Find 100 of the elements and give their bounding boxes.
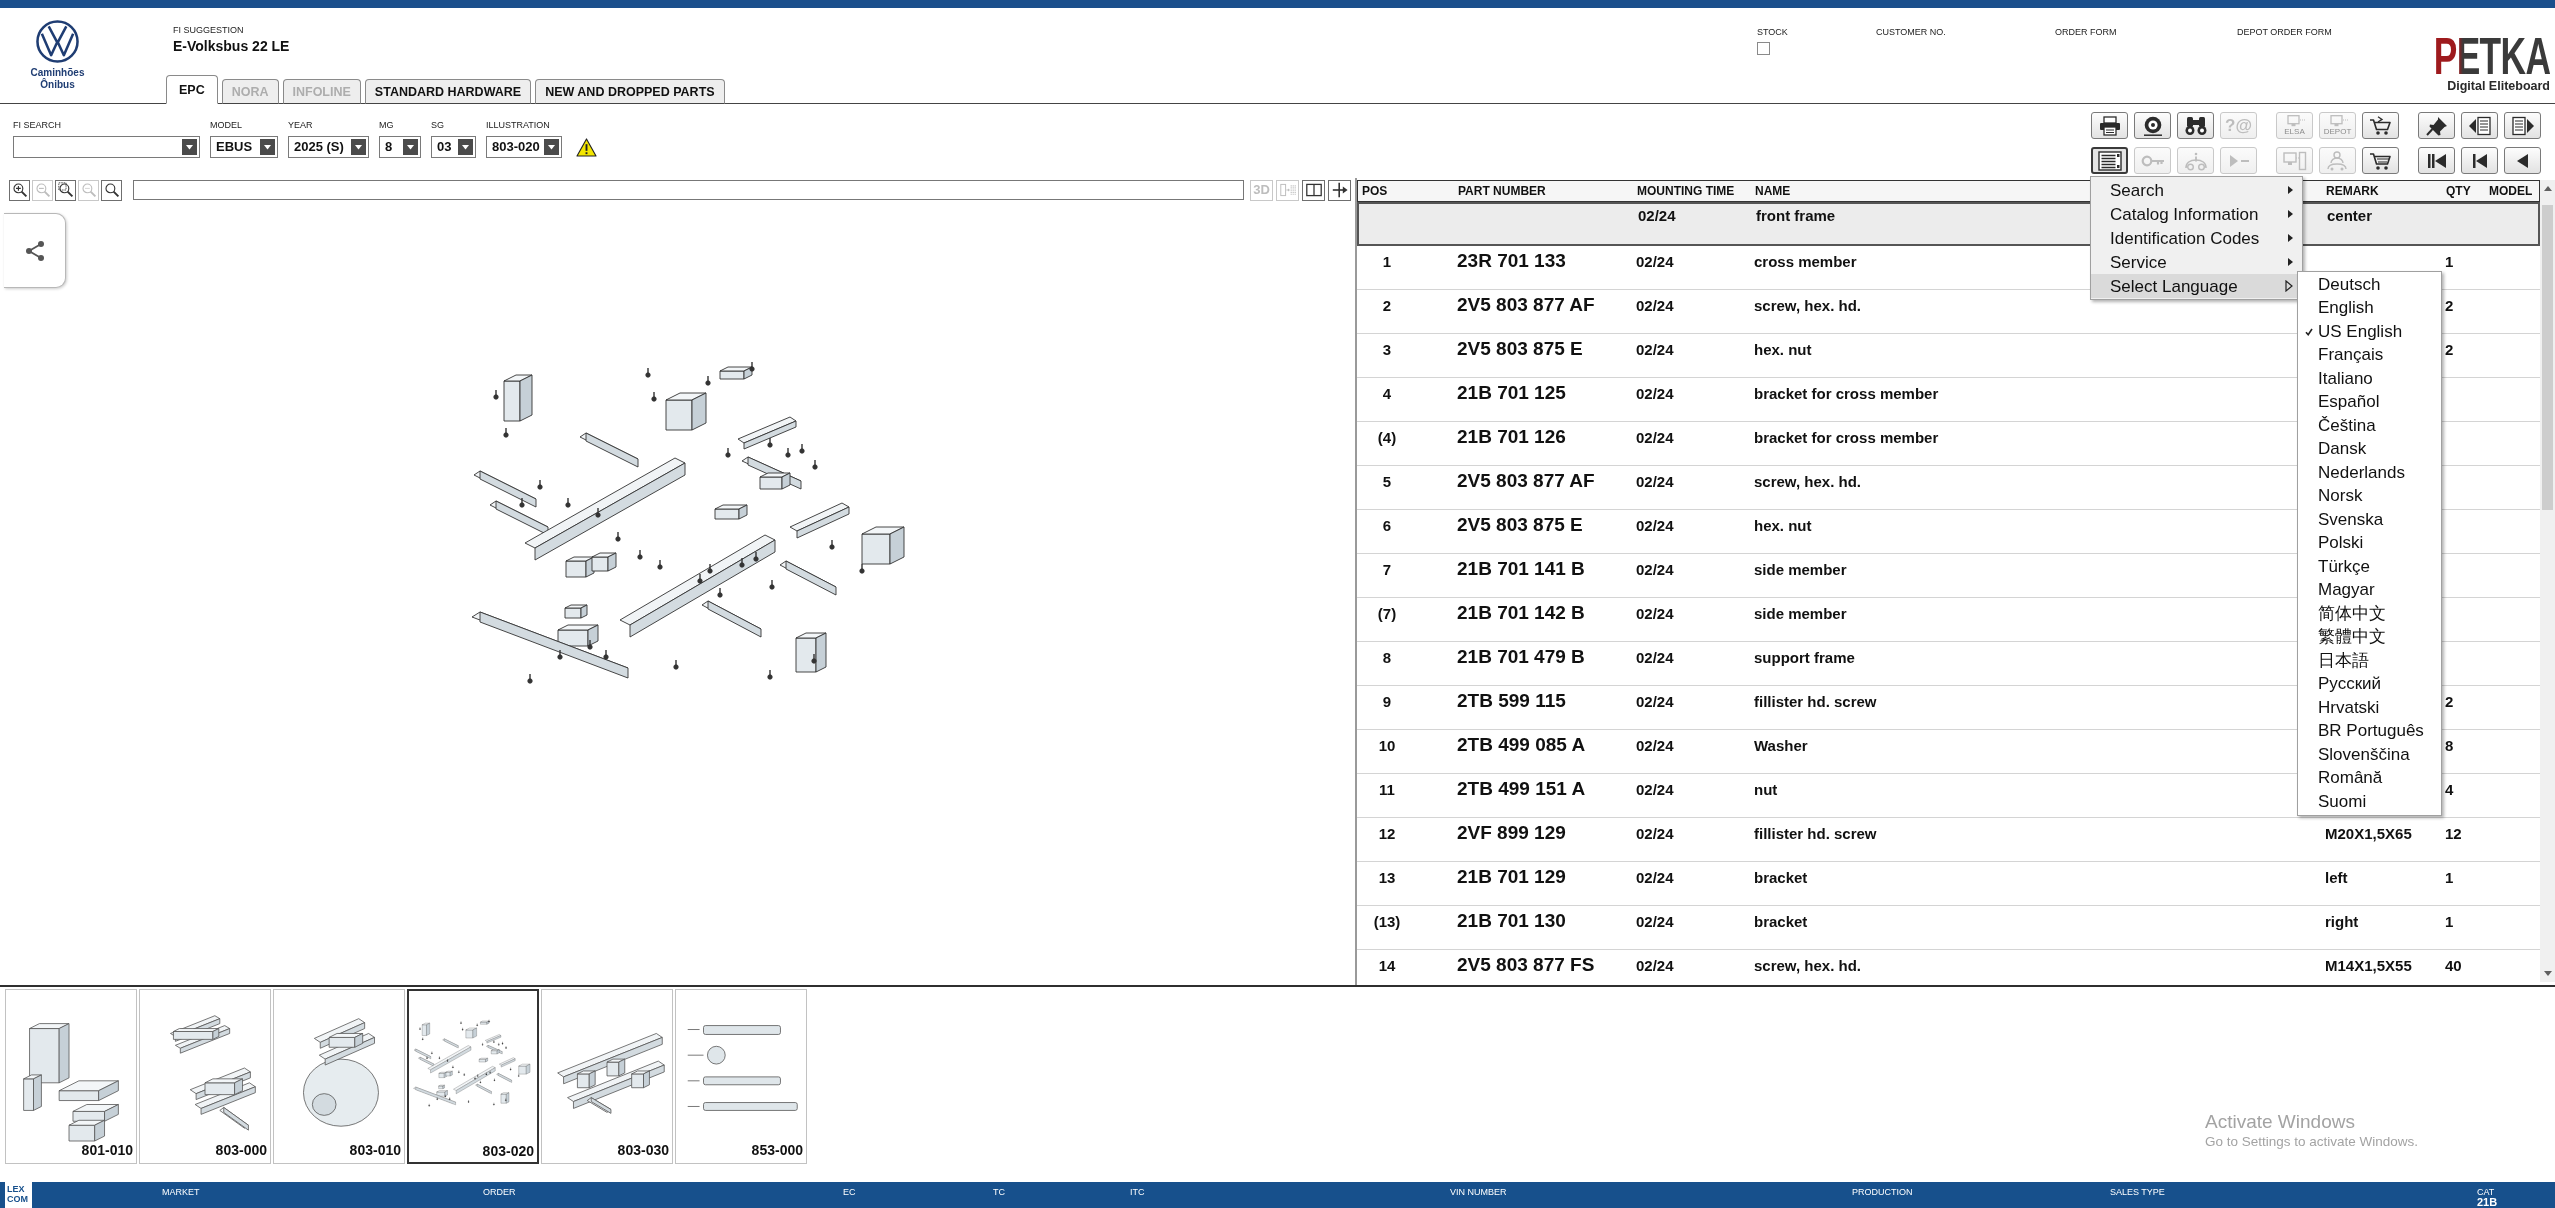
field-label: MODEL	[210, 120, 242, 131]
table-cell: support frame	[1754, 648, 1855, 668]
field-label: ILLUSTRATION	[486, 120, 550, 131]
table-cell: 02/24	[1636, 736, 1674, 756]
table-cell: fillister hd. screw	[1754, 692, 1877, 712]
table-cell: 2TB 499 151 A	[1457, 778, 1586, 800]
table-cell: cross member	[1754, 252, 1857, 272]
table-cell: nut	[1754, 780, 1778, 800]
table-cell: front frame	[1756, 206, 1836, 226]
table-cell: 12	[2445, 824, 2462, 844]
table-cell: Washer	[1754, 736, 1808, 756]
table-cell: 2	[2445, 692, 2454, 712]
status-label: PRODUCTION	[1852, 1187, 1913, 1197]
status-label: ORDER	[483, 1187, 516, 1197]
table-cell: 02/24	[1636, 428, 1674, 448]
table-cell: 2VF 899 129	[1457, 822, 1566, 844]
table-cell: 7	[1382, 560, 1392, 580]
table-cell: fillister hd. screw	[1754, 824, 1877, 844]
table-cell: 02/24	[1636, 824, 1674, 844]
table-cell: 2V5 803 877 FS	[1457, 954, 1595, 976]
table-cell: 2V5 803 877 AF	[1457, 294, 1595, 316]
table-cell: 1	[1382, 252, 1392, 272]
table-cell: (4)	[1377, 428, 1397, 448]
field-label: FI SUGGESTION	[173, 25, 244, 36]
table-cell: M14X1,5X55	[2325, 956, 2412, 976]
table-cell: 6	[1382, 516, 1392, 536]
table-cell: 12	[1378, 824, 1396, 844]
table-cell: 13	[1378, 868, 1396, 888]
table-cell: 02/24	[1636, 648, 1674, 668]
table-cell: 02/24	[1636, 780, 1674, 800]
table-cell: 2	[1382, 296, 1392, 316]
logo-tagline: Digital Eliteboard	[2447, 79, 2550, 93]
table-cell: 5	[1382, 472, 1392, 492]
table-cell: 40	[2445, 956, 2462, 976]
table-cell: 9	[1382, 692, 1392, 712]
table-cell: 21B 701 125	[1457, 382, 1566, 404]
table-cell: bracket for cross member	[1754, 428, 1939, 448]
table-cell: 21B 701 479 B	[1457, 646, 1585, 668]
field-label: ORDER FORM	[2055, 27, 2117, 38]
table-cell: bracket for cross member	[1754, 384, 1939, 404]
table-cell: 2V5 803 875 E	[1457, 338, 1583, 360]
notice-title: Activate Windows	[2205, 1110, 2355, 1133]
table-cell: 1	[2445, 252, 2454, 272]
table-cell: 1	[2445, 912, 2454, 932]
table-cell: (7)	[1377, 604, 1397, 624]
table-cell: side member	[1754, 604, 1847, 624]
table-cell: 02/24	[1636, 912, 1674, 932]
table-cell: 02/24	[1636, 604, 1674, 624]
field-label: CUSTOMER NO.	[1876, 27, 1946, 38]
table-cell: right	[2325, 912, 2359, 932]
table-cell: left	[2325, 868, 2348, 888]
field-label: STOCK	[1757, 27, 1788, 38]
table-cell: 4	[1382, 384, 1392, 404]
logo-caption: Caminhões Ônibus	[29, 67, 86, 91]
table-cell: screw, hex. hd.	[1754, 296, 1861, 316]
field-label: DEPOT ORDER FORM	[2237, 27, 2332, 38]
table-cell: 8	[1382, 648, 1392, 668]
table-cell: 14	[1378, 956, 1396, 976]
table-cell: side member	[1754, 560, 1847, 580]
table-cell: 02/24	[1636, 956, 1674, 976]
table-cell: 2V5 803 877 AF	[1457, 470, 1595, 492]
table-cell: 3	[1382, 340, 1392, 360]
status-label: MARKET	[162, 1187, 200, 1197]
table-cell: (13)	[1373, 912, 1401, 932]
table-cell: 21B 701 141 B	[1457, 558, 1585, 580]
status-label: EC	[843, 1187, 856, 1197]
company-logo: LEX COM	[5, 1182, 32, 1208]
table-cell: 21B 701 129	[1457, 866, 1566, 888]
table-cell: 11	[1379, 780, 1395, 800]
status-label: CAT	[2477, 1187, 2495, 1197]
table-cell: 02/24	[1636, 384, 1674, 404]
field-label: MG	[379, 120, 394, 131]
table-cell: 02/24	[1638, 206, 1676, 226]
table-cell: 1	[2445, 868, 2454, 888]
table-cell: screw, hex. hd.	[1754, 472, 1861, 492]
table-cell: 2TB 499 085 A	[1457, 734, 1586, 756]
field-label: FI SEARCH	[13, 120, 61, 131]
table-cell: 21B 701 126	[1457, 426, 1566, 448]
notice-text: Go to Settings to activate Windows.	[2205, 1133, 2419, 1151]
status-label: ITC	[1130, 1187, 1145, 1197]
table-cell: 21B 701 142 B	[1457, 602, 1585, 624]
table-cell: 8	[2445, 736, 2454, 756]
table-cell: M20X1,5X65	[2325, 824, 2412, 844]
table-cell: center	[2327, 206, 2373, 226]
table-cell: 02/24	[1636, 516, 1674, 536]
table-cell: hex. nut	[1754, 516, 1812, 536]
table-cell: 2	[2445, 296, 2454, 316]
table-cell: 02/24	[1636, 340, 1674, 360]
table-cell: 10	[1378, 736, 1396, 756]
table-cell: 4	[2445, 780, 2454, 800]
table-cell: 02/24	[1636, 560, 1674, 580]
table-cell: bracket	[1754, 868, 1808, 888]
status-label: VIN NUMBER	[1450, 1187, 1507, 1197]
status-label: TC	[993, 1187, 1005, 1197]
table-cell: 02/24	[1636, 252, 1674, 272]
vehicle-name: E-Volksbus 22 LE	[173, 38, 290, 55]
table-cell: hex. nut	[1754, 340, 1812, 360]
table-cell: 21B 701 130	[1457, 910, 1566, 932]
table-cell: 2TB 599 115	[1457, 690, 1566, 712]
field-label: SG	[431, 120, 444, 131]
